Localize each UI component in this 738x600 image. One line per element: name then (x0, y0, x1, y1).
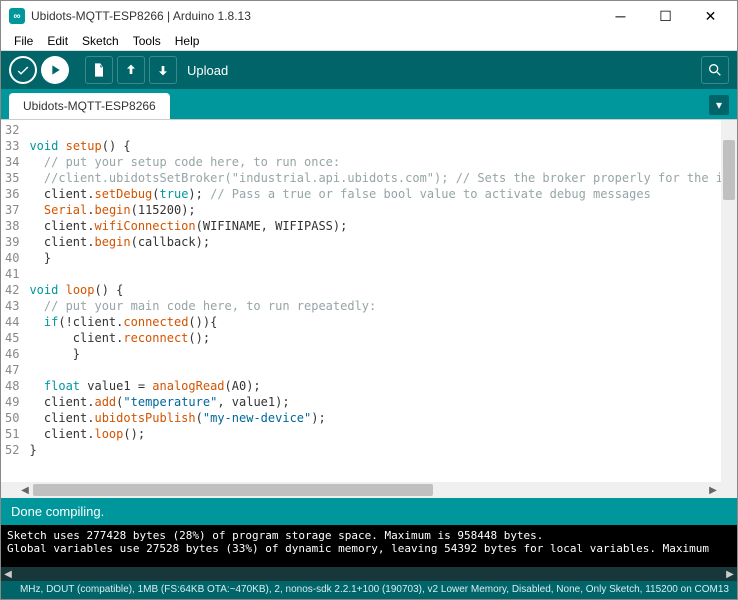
close-button[interactable]: ✕ (688, 2, 733, 30)
line-gutter: 3233343536373839404142434445464748495051… (1, 120, 25, 482)
arrow-right-icon (47, 62, 63, 78)
arrow-up-icon (123, 62, 139, 78)
toolbar-label: Upload (187, 63, 228, 78)
console-scroll-right-icon[interactable]: ▶ (723, 569, 737, 580)
console-line: Global variables use 27528 bytes (33%) o… (7, 542, 731, 555)
hscroll-thumb[interactable] (33, 484, 433, 496)
titlebar: ∞ Ubidots-MQTT-ESP8266 | Arduino 1.8.13 … (1, 1, 737, 31)
menu-edit[interactable]: Edit (40, 32, 75, 50)
toolbar: Upload (1, 51, 737, 89)
serial-monitor-button[interactable] (701, 56, 729, 84)
check-icon (15, 62, 31, 78)
console-scrollbar[interactable]: ◀ ▶ (1, 567, 737, 581)
vertical-scrollbar[interactable] (721, 120, 737, 482)
scroll-thumb[interactable] (723, 140, 735, 200)
magnifier-icon (707, 62, 723, 78)
open-button[interactable] (117, 56, 145, 84)
tabbar: Ubidots-MQTT-ESP8266 ▾ (1, 89, 737, 119)
arrow-down-icon (155, 62, 171, 78)
code-area[interactable]: void setup() { // put your setup code he… (25, 120, 721, 482)
menubar: File Edit Sketch Tools Help (1, 31, 737, 51)
console-scroll-left-icon[interactable]: ◀ (1, 569, 15, 580)
menu-sketch[interactable]: Sketch (75, 32, 126, 50)
maximize-button[interactable]: ☐ (643, 2, 688, 30)
editor[interactable]: 3233343536373839404142434445464748495051… (1, 119, 737, 482)
compile-status: Done compiling. (1, 498, 737, 525)
minimize-button[interactable]: ─ (598, 2, 643, 30)
menu-tools[interactable]: Tools (126, 32, 168, 50)
file-icon (91, 62, 107, 78)
sketch-tab[interactable]: Ubidots-MQTT-ESP8266 (9, 93, 170, 119)
console-line: Sketch uses 277428 bytes (28%) of progra… (7, 529, 731, 542)
window-title: Ubidots-MQTT-ESP8266 | Arduino 1.8.13 (31, 9, 598, 23)
verify-button[interactable] (9, 56, 37, 84)
scroll-left-icon[interactable]: ◀ (17, 485, 33, 496)
upload-button[interactable] (41, 56, 69, 84)
menu-help[interactable]: Help (168, 32, 207, 50)
board-status: MHz, DOUT (compatible), 1MB (FS:64KB OTA… (1, 581, 737, 599)
menu-file[interactable]: File (7, 32, 40, 50)
app-icon: ∞ (9, 8, 25, 24)
tab-menu-button[interactable]: ▾ (709, 95, 729, 115)
scroll-right-icon[interactable]: ▶ (705, 485, 721, 496)
save-button[interactable] (149, 56, 177, 84)
new-button[interactable] (85, 56, 113, 84)
horizontal-scrollbar[interactable]: ◀ ▶ (1, 482, 737, 498)
console[interactable]: Sketch uses 277428 bytes (28%) of progra… (1, 525, 737, 567)
